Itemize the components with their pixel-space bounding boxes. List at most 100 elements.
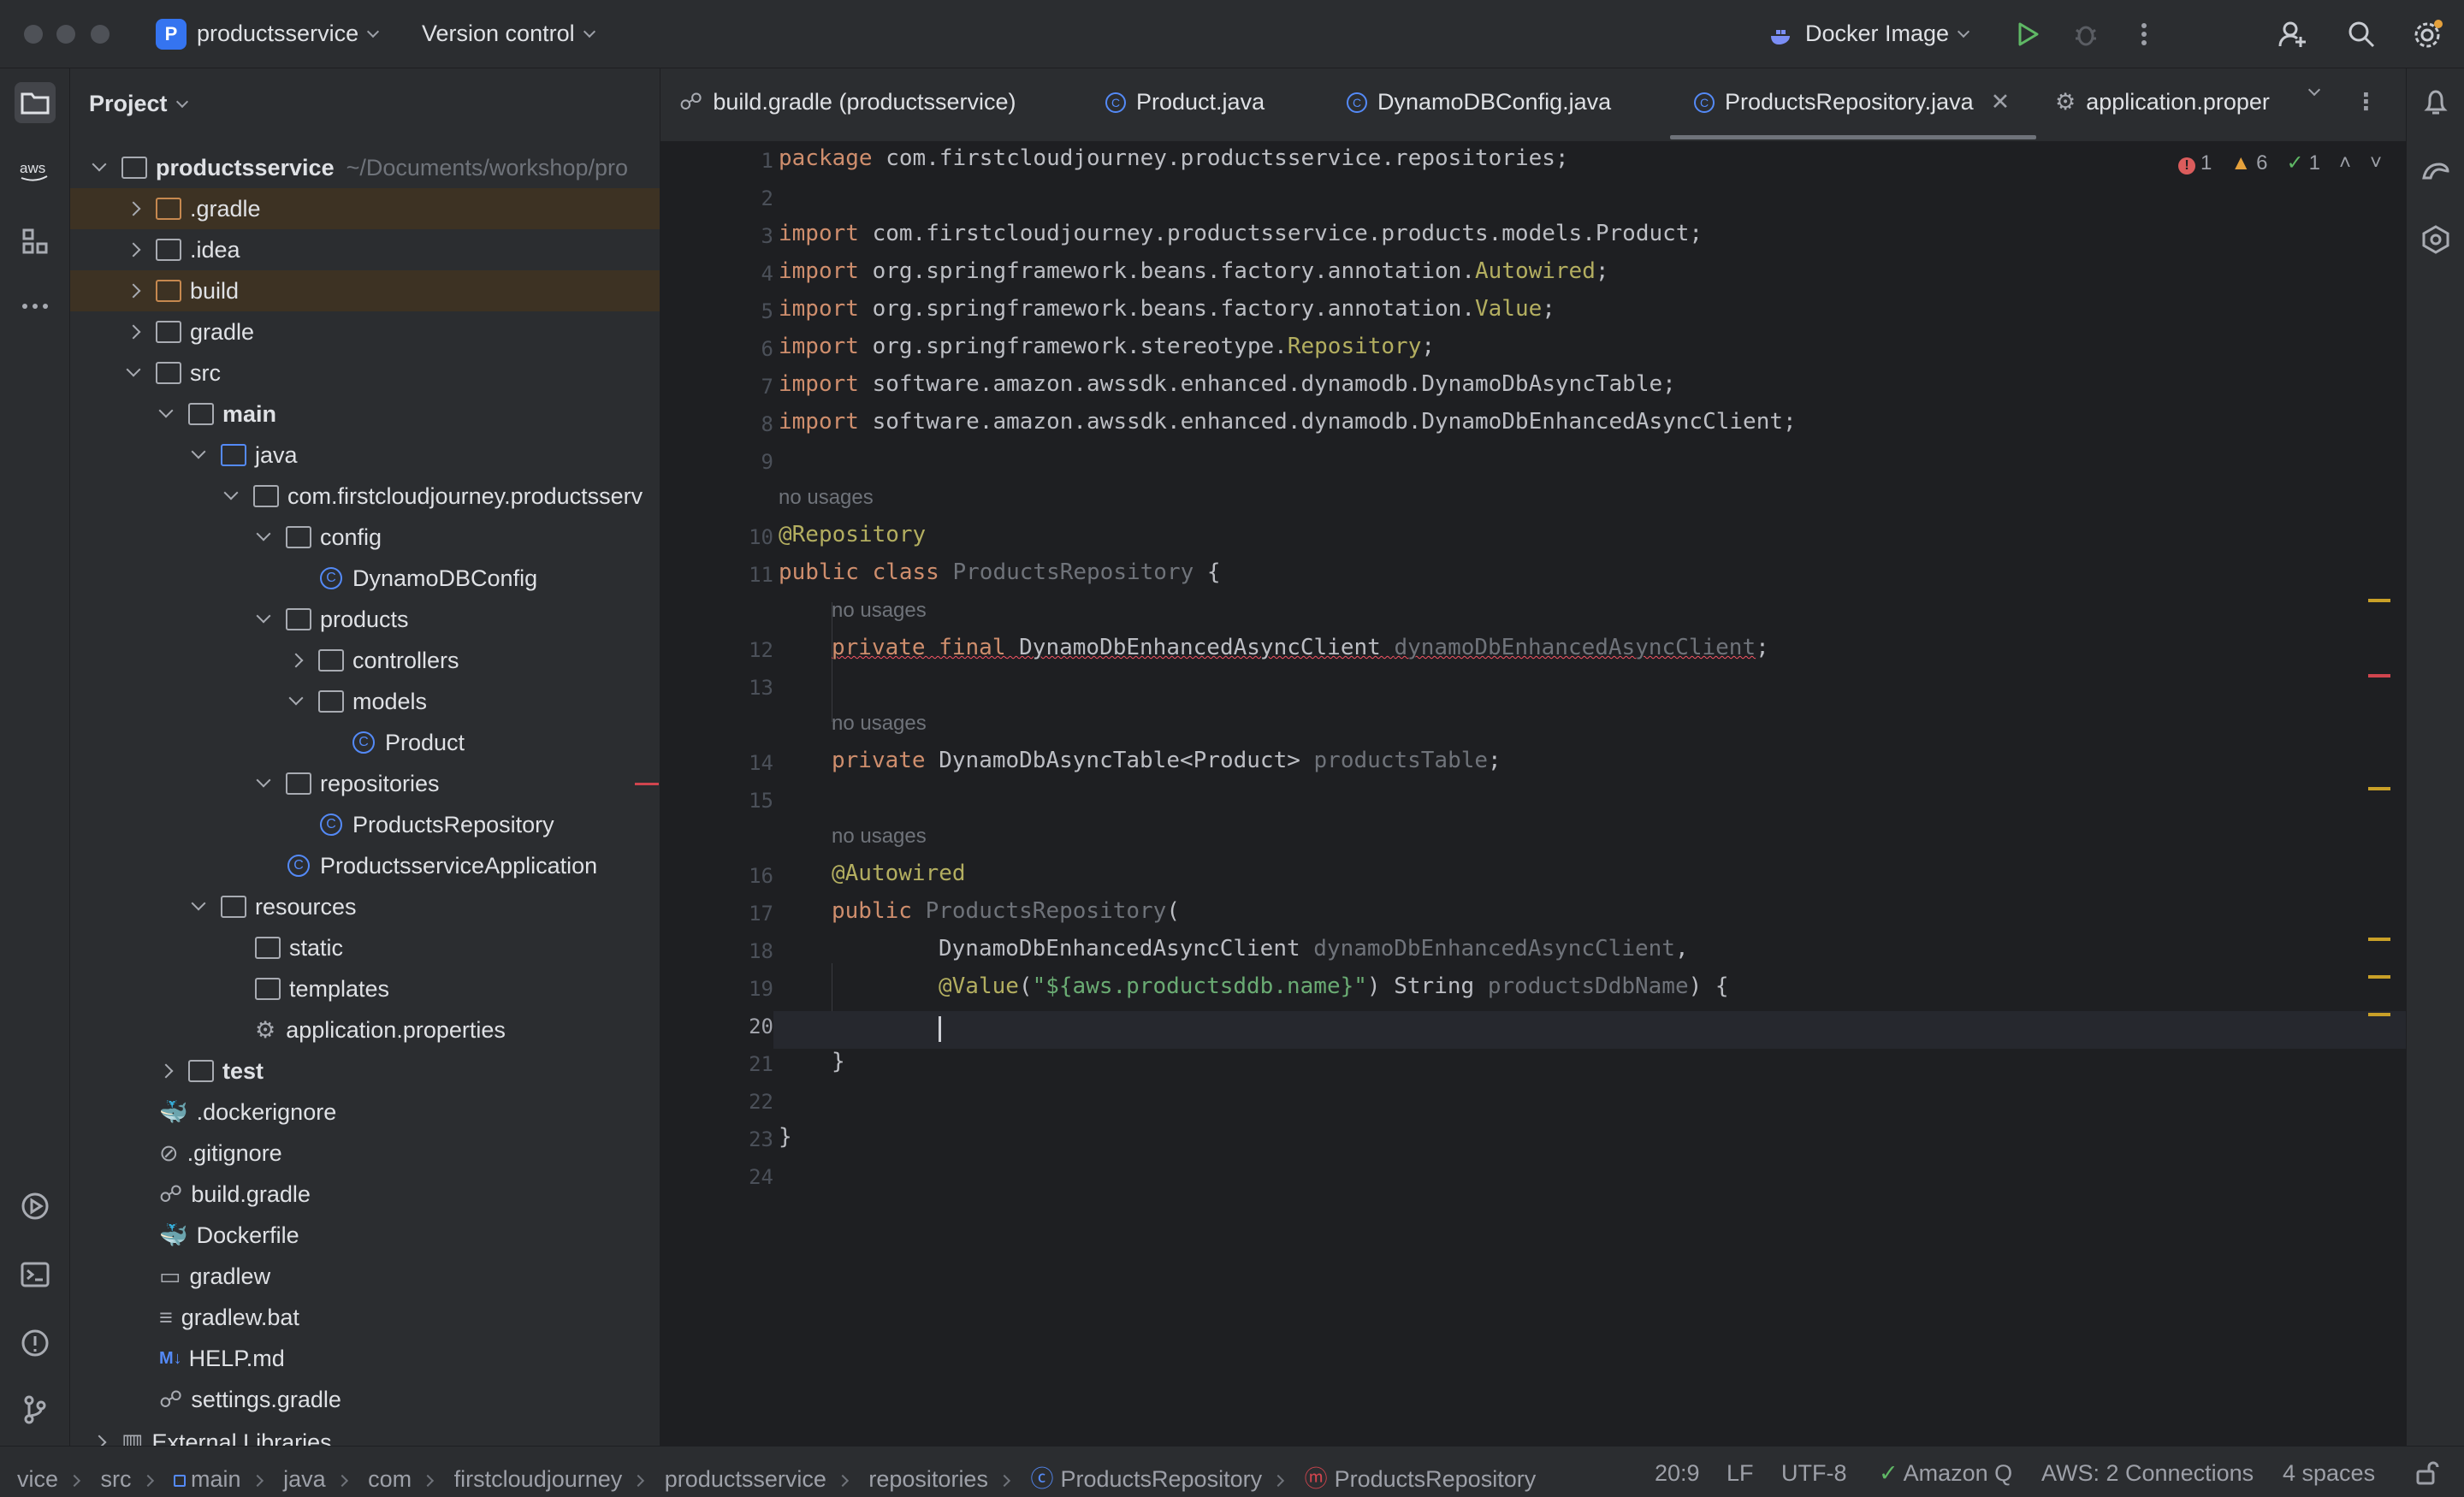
breadcrumb-item[interactable]: com	[368, 1466, 412, 1492]
tab-more-icon[interactable]: ⋮	[2354, 89, 2378, 115]
amazon-q-status[interactable]: ✓ Amazon Q	[1879, 1460, 2012, 1487]
warning-stripe[interactable]	[2368, 975, 2390, 979]
tree-item[interactable]: ▭ gradlew	[70, 1256, 660, 1297]
search-icon[interactable]	[2344, 17, 2378, 51]
settings-gear-icon[interactable]	[2411, 17, 2445, 51]
tree-item[interactable]: ▥ External Libraries	[70, 1422, 660, 1446]
tree-item[interactable]: ☍ build.gradle	[70, 1174, 660, 1215]
debug-icon[interactable]	[2069, 17, 2103, 51]
tree-item[interactable]: ⊘ .gitignore	[70, 1133, 660, 1174]
tree-item[interactable]: .idea	[70, 229, 660, 270]
project-badge[interactable]: P	[156, 19, 187, 50]
tree-item[interactable]: main	[70, 393, 660, 435]
problems-icon[interactable]	[15, 1322, 56, 1364]
terminal-icon[interactable]	[15, 1254, 56, 1295]
git-branch-icon[interactable]	[15, 1389, 56, 1430]
gradle-tool-icon[interactable]	[2415, 151, 2456, 192]
more-actions-icon[interactable]	[2127, 17, 2161, 51]
code-editor[interactable]: 1 2 3 4 5 6 7 8 9 10 11 12 13 14 15 16 1…	[660, 142, 2406, 1446]
breadcrumb-item[interactable]: firstcloudjourney	[454, 1466, 623, 1492]
tree-item[interactable]: 🐳 Dockerfile	[70, 1215, 660, 1256]
tree-item[interactable]: products	[70, 599, 660, 640]
run-config-selector[interactable]: Docker Image	[1769, 21, 1970, 47]
error-stripe[interactable]	[2368, 674, 2390, 677]
tabs-dropdown-icon[interactable]	[2307, 83, 2321, 98]
status-bar: vice src main java com firstcloudjourney…	[0, 1446, 2464, 1497]
tree-item[interactable]: src	[70, 352, 660, 393]
tree-item[interactable]: templates	[70, 968, 660, 1009]
tree-item[interactable]: .gradle	[70, 188, 660, 229]
structure-icon[interactable]	[15, 221, 56, 262]
tree-item[interactable]: models	[70, 681, 660, 722]
lock-icon[interactable]	[2414, 1460, 2440, 1492]
usage-hint[interactable]: no usages	[832, 825, 927, 849]
tree-item[interactable]: resources	[70, 886, 660, 927]
tree-item[interactable]: ≡ gradlew.bat	[70, 1297, 660, 1338]
warning-stripe[interactable]	[2368, 1013, 2390, 1016]
zoom-window-button[interactable]	[91, 25, 110, 44]
chevron-up-icon[interactable]: ˄	[2339, 151, 2351, 175]
breadcrumb-item[interactable]: ProductsRepository	[1335, 1466, 1537, 1492]
tree-item[interactable]: C ProductsserviceApplication	[70, 845, 660, 886]
line-number: 9	[761, 450, 773, 474]
project-tool-icon[interactable]	[15, 82, 56, 123]
warning-stripe[interactable]	[2368, 938, 2390, 941]
tree-item[interactable]: gradle	[70, 311, 660, 352]
caret-position[interactable]: 20:9	[1655, 1460, 1700, 1487]
notifications-bell-icon[interactable]	[2415, 82, 2456, 123]
project-view-selector[interactable]: Project	[89, 91, 188, 117]
usage-hint[interactable]: no usages	[779, 486, 874, 510]
chevron-down-icon[interactable]: ˅	[2370, 151, 2382, 175]
tree-item[interactable]: C ProductsRepository	[70, 804, 660, 845]
tree-item[interactable]: M↓ HELP.md	[70, 1338, 660, 1379]
warning-stripe[interactable]	[2368, 599, 2390, 602]
version-control-menu[interactable]: Version control	[422, 21, 595, 47]
services-icon[interactable]	[15, 1186, 56, 1227]
test-folder-icon	[188, 1060, 214, 1082]
breadcrumb-item[interactable]: ProductsRepository	[1060, 1466, 1262, 1492]
tree-item[interactable]: ⚙ application.properties	[70, 1009, 660, 1050]
close-tab-icon[interactable]: ✕	[1991, 89, 2011, 115]
tree-item[interactable]: C Product	[70, 722, 660, 763]
aws-icon[interactable]: aws	[15, 151, 56, 192]
tree-item[interactable]: com.firstcloudjourney.productsserv	[70, 476, 660, 517]
add-user-icon[interactable]	[2276, 17, 2310, 51]
tree-root[interactable]: productsservice ~/Documents/workshop/pro	[70, 147, 660, 188]
run-icon[interactable]	[2011, 17, 2045, 51]
close-window-button[interactable]	[24, 25, 43, 44]
file-encoding[interactable]: UTF-8	[1781, 1460, 1847, 1487]
tab-build-gradle[interactable]: ☍ build.gradle (productsservice)	[679, 89, 1016, 115]
breadcrumb-item[interactable]: java	[283, 1466, 326, 1492]
tab-dynamodbconfig-java[interactable]: C DynamoDBConfig.java	[1347, 89, 1611, 115]
usage-hint[interactable]: no usages	[832, 712, 927, 736]
amazon-q-icon[interactable]	[2415, 219, 2456, 260]
tree-item[interactable]: config	[70, 517, 660, 558]
indent-setting[interactable]: 4 spaces	[2283, 1460, 2375, 1487]
breadcrumb-item[interactable]: vice	[17, 1466, 58, 1492]
breadcrumb-item[interactable]: repositories	[868, 1466, 988, 1492]
tab-productsrepository-java[interactable]: C ProductsRepository.java ✕	[1694, 89, 2010, 115]
inspection-widget[interactable]: ! 1 ▲ 6 ✓ 1 ˄ ˅	[2178, 151, 2382, 175]
tab-product-java[interactable]: C Product.java	[1105, 89, 1265, 115]
tree-item[interactable]: static	[70, 927, 660, 968]
line-separator[interactable]: LF	[1727, 1460, 1754, 1487]
warning-stripe[interactable]	[2368, 787, 2390, 790]
tree-item[interactable]: 🐳 .dockerignore	[70, 1092, 660, 1133]
minimize-window-button[interactable]	[56, 25, 75, 44]
breadcrumb-item[interactable]: src	[101, 1466, 132, 1492]
tree-item[interactable]: C DynamoDBConfig	[70, 558, 660, 599]
tree-item[interactable]: java	[70, 435, 660, 476]
tree-item[interactable]: build	[70, 270, 660, 311]
more-tools-icon[interactable]	[15, 286, 56, 327]
tab-application-properties[interactable]: ⚙ application.proper	[2055, 89, 2270, 115]
usage-hint[interactable]: no usages	[832, 599, 927, 623]
tree-item[interactable]: test	[70, 1050, 660, 1092]
project-switcher[interactable]: productsservice	[197, 21, 380, 47]
tree-item[interactable]: repositories	[70, 763, 660, 804]
tree-item[interactable]: controllers	[70, 640, 660, 681]
resources-folder-icon	[221, 896, 246, 918]
aws-connections[interactable]: AWS: 2 Connections	[2041, 1460, 2254, 1487]
breadcrumb-item[interactable]: productsservice	[665, 1466, 826, 1492]
breadcrumb-item[interactable]: main	[191, 1466, 241, 1492]
tree-item[interactable]: ☍ settings.gradle	[70, 1379, 660, 1420]
